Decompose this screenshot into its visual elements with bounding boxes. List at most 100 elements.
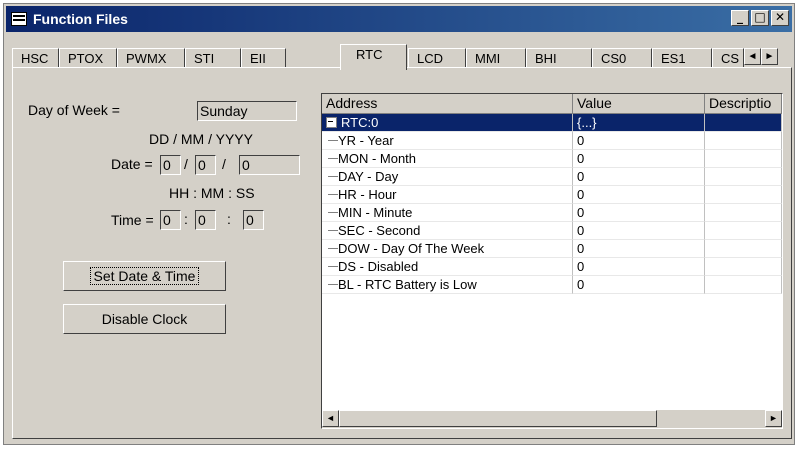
address-cell: DAY - Day: [322, 168, 573, 186]
horizontal-scrollbar[interactable]: ◄ ►: [322, 410, 782, 428]
scroll-right-icon[interactable]: ►: [765, 410, 782, 427]
close-button[interactable]: ✕: [771, 10, 789, 26]
tab-scroll-left-icon[interactable]: ◄: [744, 48, 761, 65]
set-date-time-button[interactable]: Set Date & Time: [63, 261, 226, 291]
address-text: MIN - Minute: [338, 205, 413, 220]
title-bar[interactable]: Function Files _ □ ✕: [6, 6, 792, 32]
value-cell: 0: [573, 150, 705, 168]
column-header-value[interactable]: Value: [573, 94, 705, 114]
column-header-description[interactable]: Descriptio: [705, 94, 782, 114]
date-format-label: DD / MM / YYYY: [149, 131, 253, 147]
table-row[interactable]: HR - Hour 0: [322, 186, 782, 204]
tree-branch: [328, 212, 338, 213]
tab-strip: HSC PTOX PWMX STI EII RTC LCD MMI BHI CS…: [12, 42, 792, 70]
time-separator: :: [184, 211, 188, 227]
day-of-week-label: Day of Week =: [28, 102, 120, 118]
collapse-icon[interactable]: [326, 117, 337, 128]
maximize-button[interactable]: □: [751, 10, 769, 26]
address-cell: DOW - Day Of The Week: [322, 240, 573, 258]
table-row[interactable]: BL - RTC Battery is Low 0: [322, 276, 782, 294]
address-cell: SEC - Second: [322, 222, 573, 240]
tab-cs[interactable]: CS: [712, 48, 744, 68]
time-second-field[interactable]: 0: [243, 210, 264, 230]
address-text: DOW - Day Of The Week: [338, 241, 485, 256]
tab-lcd[interactable]: LCD: [408, 48, 466, 68]
value-cell: 0: [573, 276, 705, 294]
date-day-field[interactable]: 0: [160, 155, 181, 175]
tree-branch: [328, 140, 338, 141]
tree-branch: [328, 266, 338, 267]
address-cell: HR - Hour: [322, 186, 573, 204]
table-row-rtc0[interactable]: RTC:0 {...}: [322, 114, 782, 132]
table-row[interactable]: DAY - Day 0: [322, 168, 782, 186]
tab-mmi[interactable]: MMI: [466, 48, 526, 68]
scroll-thumb[interactable]: [339, 410, 657, 427]
tree-branch: [328, 284, 338, 285]
table-row[interactable]: SEC - Second 0: [322, 222, 782, 240]
minimize-button[interactable]: _: [731, 10, 749, 26]
time-minute-field[interactable]: 0: [195, 210, 216, 230]
description-cell: [705, 240, 782, 258]
description-cell: [705, 132, 782, 150]
value-cell: 0: [573, 240, 705, 258]
tab-hsc[interactable]: HSC: [12, 48, 59, 68]
table-row[interactable]: DS - Disabled 0: [322, 258, 782, 276]
tab-ptox[interactable]: PTOX: [59, 48, 117, 68]
description-cell: [705, 276, 782, 294]
rtc-panel: Day of Week = Sunday DD / MM / YYYY Date…: [12, 67, 792, 439]
date-month-field[interactable]: 0: [195, 155, 216, 175]
app-icon: [11, 12, 27, 26]
address-text: YR - Year: [338, 133, 394, 148]
scroll-left-icon[interactable]: ◄: [322, 410, 339, 427]
description-cell: [705, 114, 782, 132]
tab-scroll-right-icon[interactable]: ►: [761, 48, 778, 65]
time-label: Time =: [111, 212, 154, 228]
tab-bhi[interactable]: BHI: [526, 48, 592, 68]
value-cell: 0: [573, 186, 705, 204]
tab-rtc[interactable]: RTC: [340, 44, 407, 70]
table-row[interactable]: MIN - Minute 0: [322, 204, 782, 222]
description-cell: [705, 168, 782, 186]
address-text: RTC:0: [341, 115, 379, 130]
date-label: Date =: [111, 156, 153, 172]
tab-eii[interactable]: EII: [241, 48, 286, 68]
table-row[interactable]: YR - Year 0: [322, 132, 782, 150]
address-cell: MIN - Minute: [322, 204, 573, 222]
tree-branch: [328, 158, 338, 159]
address-text: DAY - Day: [338, 169, 399, 184]
description-cell: [705, 258, 782, 276]
address-text: MON - Month: [338, 151, 417, 166]
date-separator: /: [222, 156, 226, 172]
address-text: SEC - Second: [338, 223, 421, 238]
description-cell: [705, 150, 782, 168]
tree-branch: [328, 248, 338, 249]
tree-branch: [328, 194, 338, 195]
function-files-window: Function Files _ □ ✕ HSC PTOX PWMX STI E…: [3, 3, 795, 445]
tab-pwmx[interactable]: PWMX: [117, 48, 185, 68]
table-row[interactable]: MON - Month 0: [322, 150, 782, 168]
description-cell: [705, 222, 782, 240]
rtc-data-table: Address Value Descriptio RTC:0 {...} YR …: [321, 93, 783, 429]
address-cell: RTC:0: [322, 114, 573, 132]
day-of-week-field: Sunday: [197, 101, 297, 121]
time-hour-field[interactable]: 0: [160, 210, 181, 230]
tab-cs0[interactable]: CS0: [592, 48, 652, 68]
tree-branch: [328, 176, 338, 177]
description-cell: [705, 186, 782, 204]
window-title: Function Files: [33, 11, 128, 27]
table-row[interactable]: DOW - Day Of The Week 0: [322, 240, 782, 258]
value-cell: 0: [573, 204, 705, 222]
time-format-label: HH : MM : SS: [169, 185, 255, 201]
disable-clock-button[interactable]: Disable Clock: [63, 304, 226, 334]
address-text: BL - RTC Battery is Low: [338, 277, 477, 292]
column-header-address[interactable]: Address: [322, 94, 573, 114]
value-cell: {...}: [573, 114, 705, 132]
window-controls: _ □ ✕: [731, 10, 789, 26]
tab-es1[interactable]: ES1: [652, 48, 712, 68]
value-cell: 0: [573, 168, 705, 186]
tab-sti[interactable]: STI: [185, 48, 241, 68]
description-cell: [705, 204, 782, 222]
date-year-field[interactable]: 0: [239, 155, 300, 175]
tab-scroll: ◄ ►: [744, 48, 778, 65]
address-cell: MON - Month: [322, 150, 573, 168]
